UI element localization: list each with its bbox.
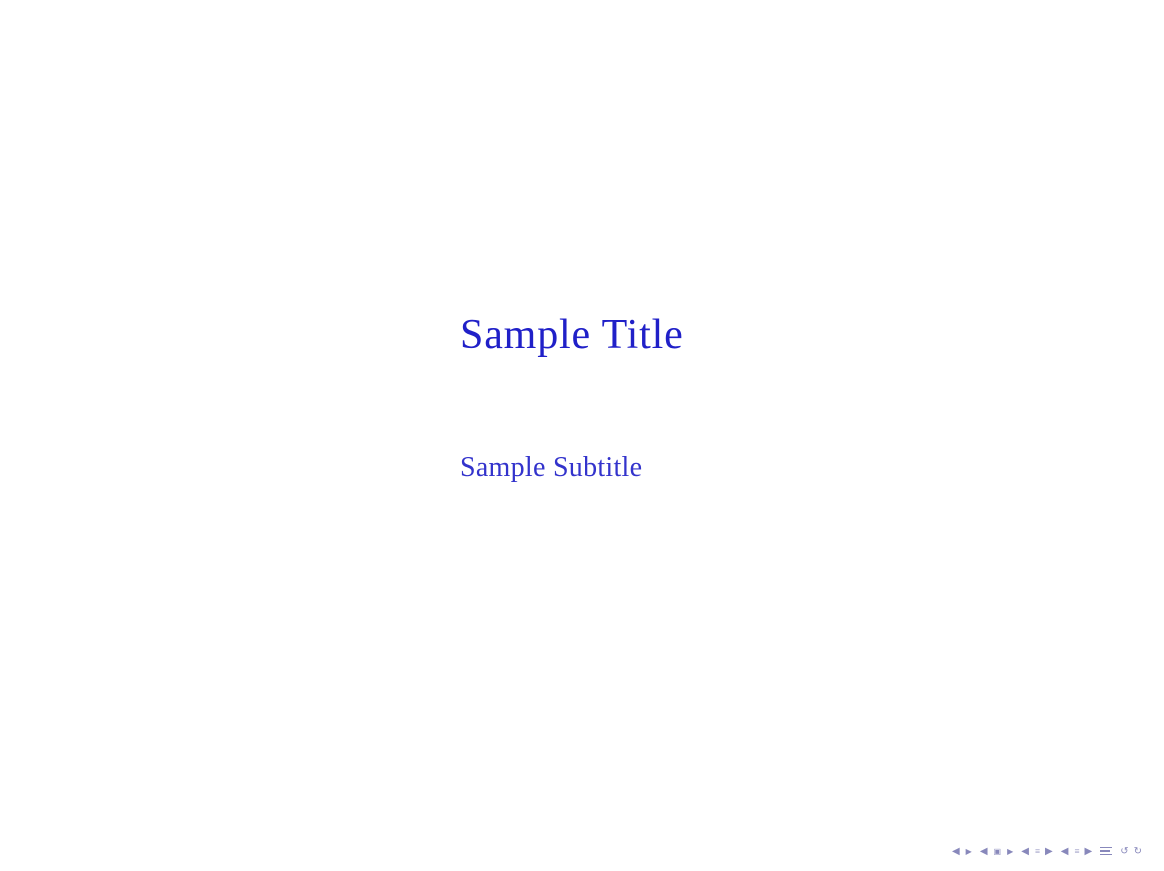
nav-content-next-group: ◀ ≡ ▶ bbox=[1059, 845, 1094, 858]
nav-loop-group: ↺ ↻ bbox=[1118, 845, 1144, 858]
slide-subtitle: Sample Subtitle bbox=[460, 452, 642, 484]
nav-content-prev-right[interactable]: ▶ bbox=[1043, 845, 1055, 858]
nav-prev-slide-button[interactable]: ◀ bbox=[950, 845, 962, 858]
slide-title: Sample Title bbox=[460, 310, 684, 360]
nav-prev-frame-arrow[interactable]: ▶ bbox=[1005, 846, 1015, 857]
slide-content: Sample Title Sample Subtitle bbox=[0, 0, 1164, 831]
nav-content-prev-group: ◀ ≡ ▶ bbox=[1019, 845, 1054, 858]
nav-prev-frame-button[interactable]: ◀ bbox=[978, 845, 990, 858]
nav-content-prev-lines[interactable]: ≡ bbox=[1033, 845, 1041, 857]
title-block: Sample Title bbox=[460, 310, 684, 360]
nav-content-next-lines[interactable]: ≡ bbox=[1072, 845, 1080, 857]
nav-prev-slide-group: ◀ ▶ bbox=[950, 845, 974, 858]
nav-content-next-right[interactable]: ▶ bbox=[1083, 845, 1095, 858]
nav-prev-frame-icon[interactable]: ▣ bbox=[992, 846, 1004, 857]
slide-container: Sample Title Sample Subtitle ◀ ▶ ◀ ▣ ▶ ◀… bbox=[0, 0, 1164, 871]
nav-prev-slide-arrow[interactable]: ▶ bbox=[964, 846, 974, 857]
nav-content-prev-arrow[interactable]: ◀ bbox=[1019, 845, 1031, 858]
nav-loop-back-button[interactable]: ↺ bbox=[1118, 845, 1130, 858]
nav-prev-frame-group: ◀ ▣ ▶ bbox=[978, 845, 1015, 858]
nav-menu-icon[interactable] bbox=[1098, 845, 1114, 858]
nav-loop-fwd-button[interactable]: ↻ bbox=[1132, 845, 1144, 858]
nav-bar: ◀ ▶ ◀ ▣ ▶ ◀ ≡ ▶ ◀ ≡ ▶ ↺ ↻ bbox=[0, 831, 1164, 871]
nav-content-next-arrow[interactable]: ◀ bbox=[1059, 845, 1071, 858]
